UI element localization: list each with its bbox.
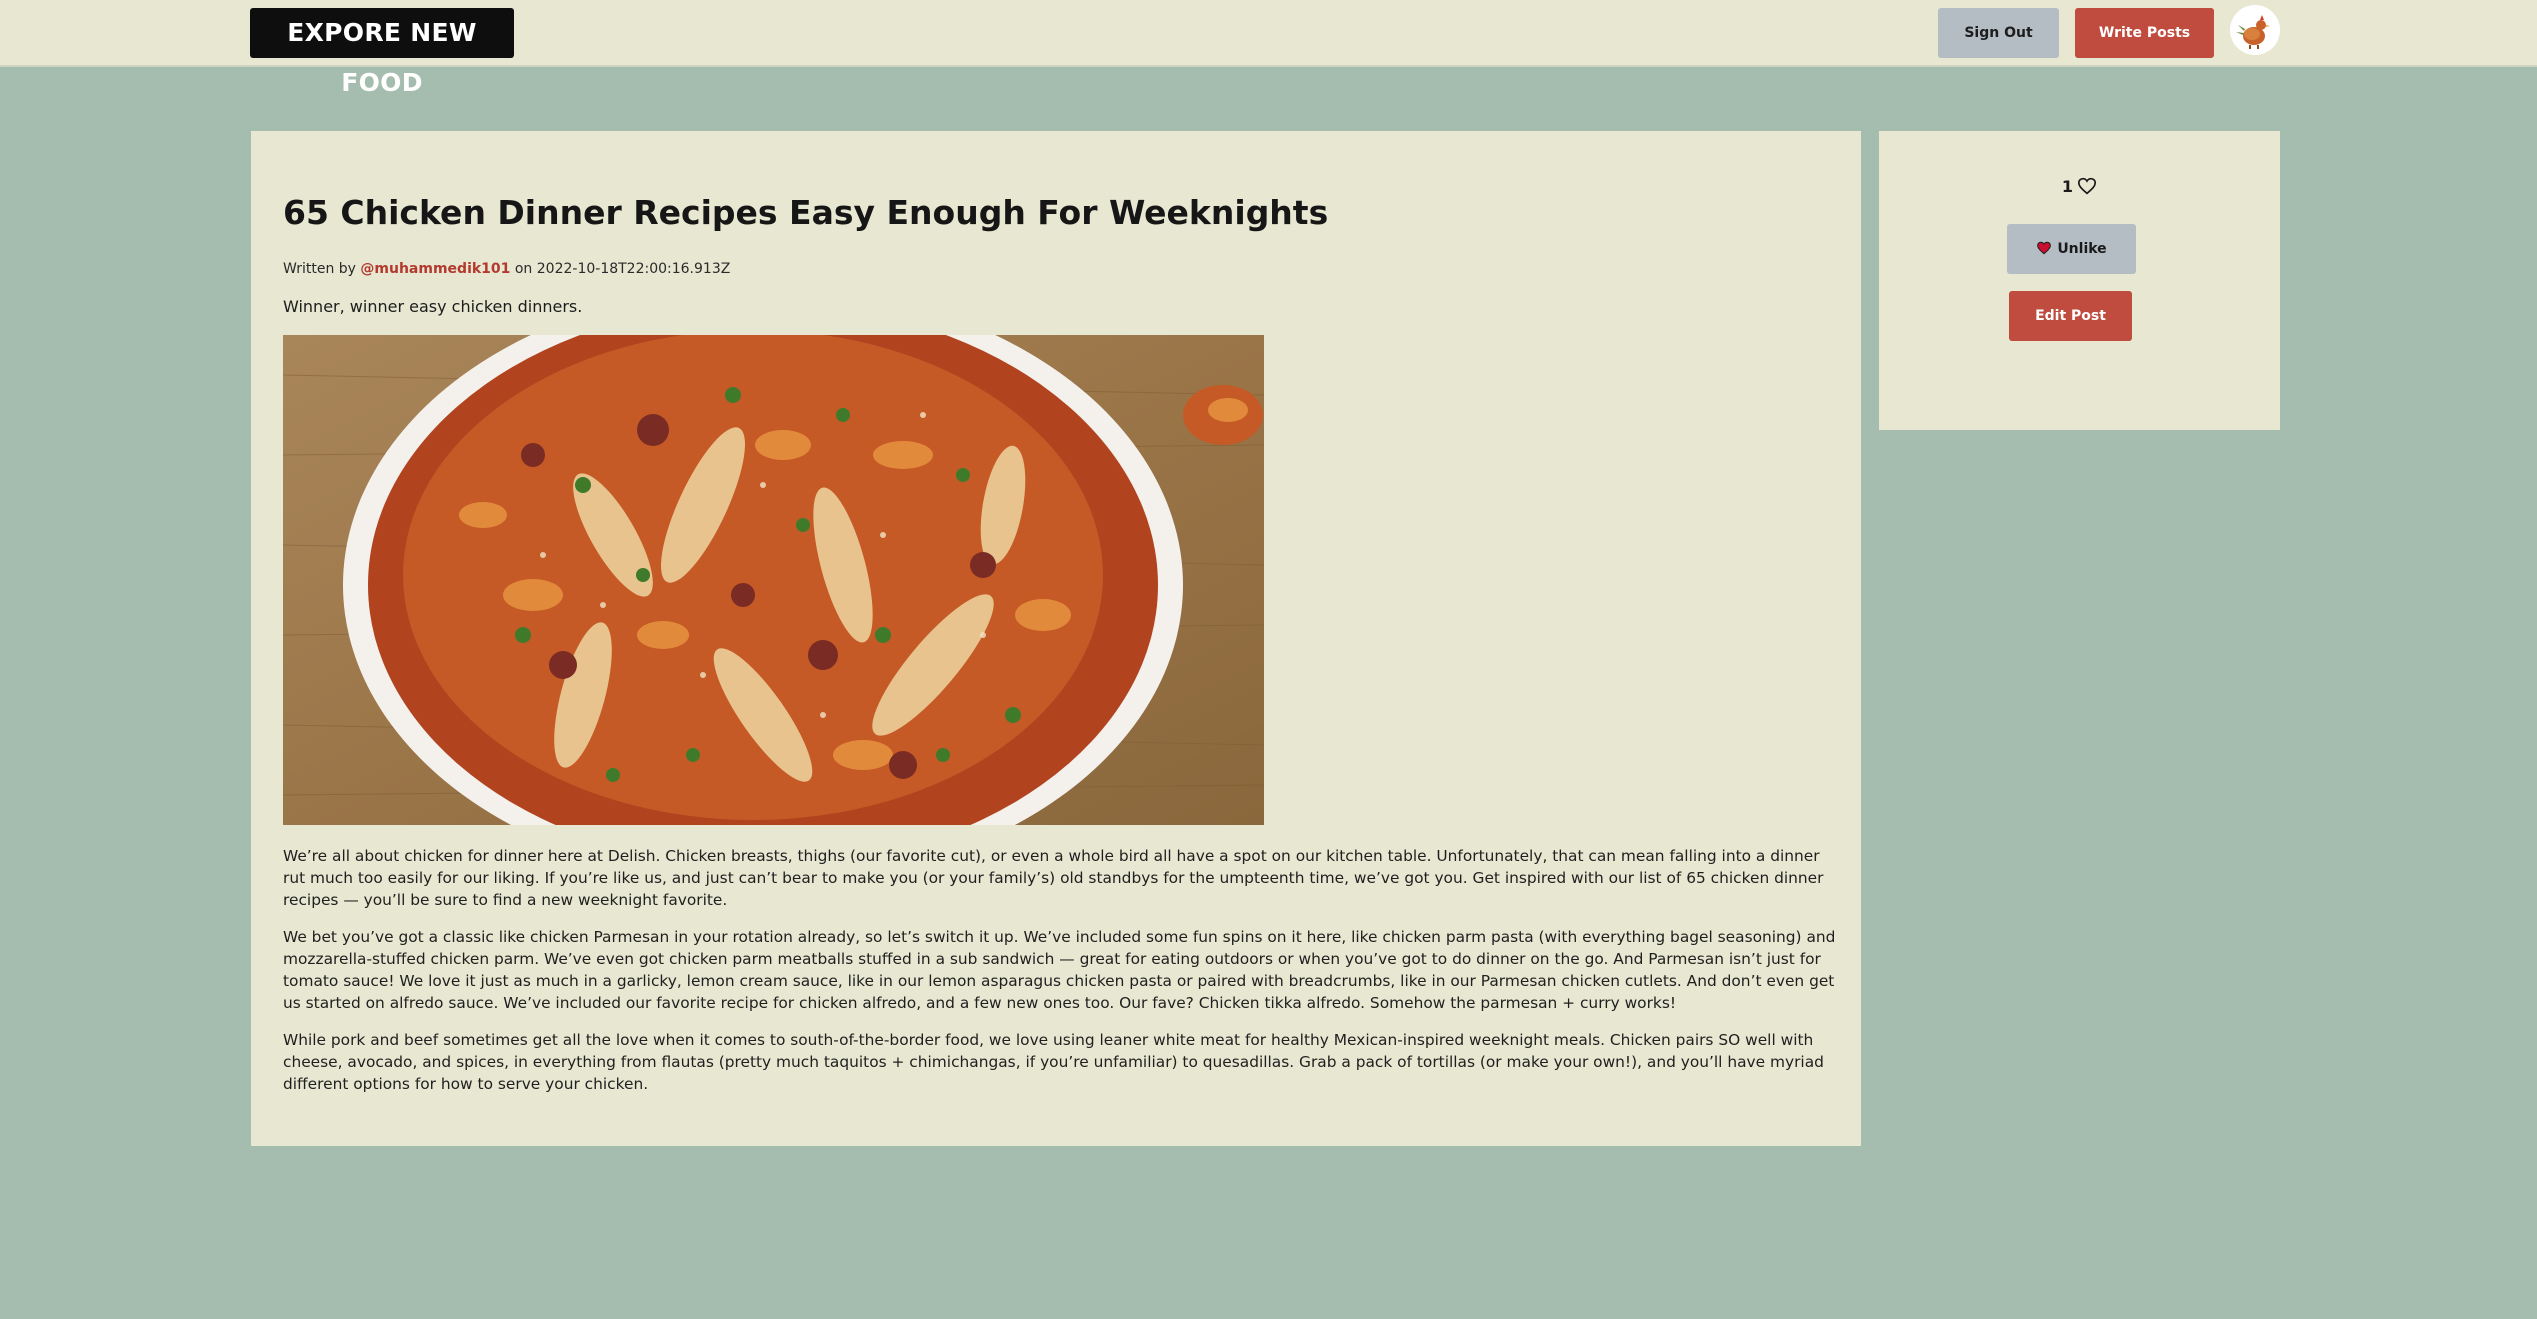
avatar[interactable] [2230,5,2280,55]
article-byline: Written by @muhammedik101 on 2022-10-18T… [283,261,730,277]
byline-prefix: Written by [283,261,356,277]
article-card: 65 Chicken Dinner Recipes Easy Enough Fo… [251,131,1861,1146]
article-paragraph: We’re all about chicken for dinner here … [283,847,1824,909]
byline-on: on [514,261,533,277]
like-counter: 1 [1879,177,2280,196]
article-summary: Winner, winner easy chicken dinners. [283,297,583,316]
chicken-avatar-icon [2230,5,2280,55]
post-date: 2022-10-18T22:00:16.913Z [536,261,731,277]
article-paragraph: We bet you’ve got a classic like chicken… [283,928,1836,1012]
heart-outline-icon [2078,177,2097,195]
post-actions-card: 1 Unlike Edit Post [1879,131,2280,430]
brand-logo[interactable]: EXPORE NEW FOOD [250,8,514,97]
write-posts-button[interactable]: Write Posts [2075,8,2214,58]
like-count: 1 [2061,177,2074,196]
unlike-button[interactable]: Unlike [2007,224,2136,274]
edit-post-button[interactable]: Edit Post [2009,291,2132,341]
navbar: EXPORE NEW FOOD Sign Out Write Posts [0,0,2537,97]
article-title: 65 Chicken Dinner Recipes Easy Enough Fo… [283,193,1329,232]
author-link[interactable]: @muhammedik101 [360,261,510,277]
heart-filled-icon [2037,241,2052,255]
article-paragraph: While pork and beef sometimes get all th… [283,1031,1824,1093]
unlike-label: Unlike [2057,241,2107,257]
article-hero-image [283,335,1264,825]
article-body: We’re all about chicken for dinner here … [283,845,1838,1110]
sign-out-button[interactable]: Sign Out [1938,8,2059,58]
